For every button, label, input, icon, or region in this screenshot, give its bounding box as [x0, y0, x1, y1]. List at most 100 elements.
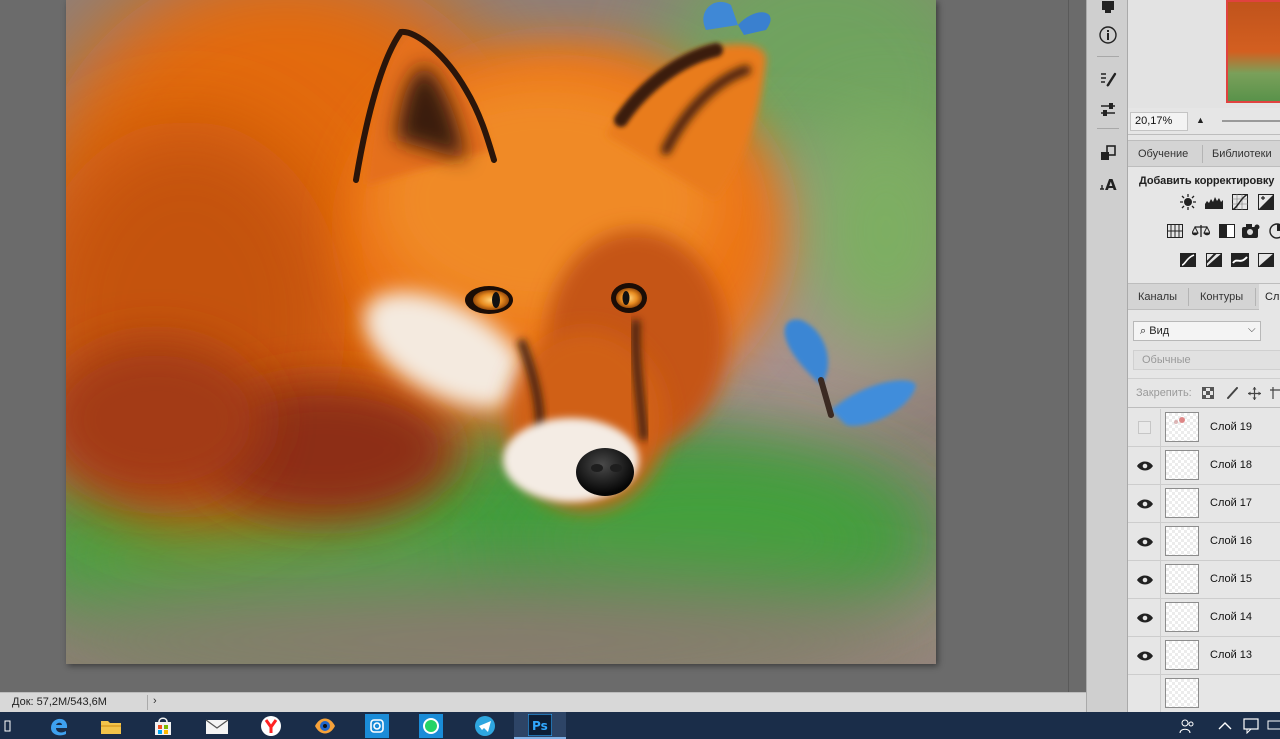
layer-row[interactable]: Слой 19: [1128, 409, 1280, 447]
layer-divider: [1160, 523, 1161, 561]
layer-thumbnail: [1165, 564, 1199, 594]
status-bar: Док: 57,2M/543,6M ›: [0, 692, 1086, 712]
learn-libraries-tabbar: Обучение Библиотеки: [1128, 140, 1280, 167]
exposure-icon[interactable]: [1256, 193, 1276, 211]
lock-position-move-icon[interactable]: [1247, 386, 1261, 400]
visibility-toggle-off[interactable]: [1138, 421, 1151, 434]
clone-source-icon[interactable]: [1093, 140, 1123, 166]
gradient-map-icon[interactable]: [1230, 251, 1250, 269]
brush-settings-icon[interactable]: [1093, 66, 1123, 92]
history-icon[interactable]: [1093, 0, 1123, 20]
network-icon[interactable]: [1262, 712, 1280, 739]
eye-icon[interactable]: [1134, 572, 1156, 588]
eye-icon[interactable]: [1134, 534, 1156, 550]
tab-divider: [1202, 145, 1203, 163]
navigator-thumbnail[interactable]: [1226, 0, 1280, 103]
invert-icon[interactable]: [1178, 251, 1198, 269]
photo-filter-icon[interactable]: [1241, 222, 1261, 240]
layer-divider: [1160, 485, 1161, 523]
zoom-slider[interactable]: [1222, 120, 1280, 122]
edge-icon[interactable]: [36, 712, 82, 739]
yandex-browser-icon[interactable]: [248, 712, 294, 739]
fox-painting: [66, 0, 936, 664]
task-view-icon[interactable]: [0, 712, 16, 739]
layer-name: Слой 18: [1210, 459, 1253, 471]
workspace-scrollbar[interactable]: [1068, 0, 1086, 692]
zoom-input[interactable]: 20,17%: [1130, 112, 1188, 131]
eye-app-icon[interactable]: [302, 712, 348, 739]
eye-icon[interactable]: [1134, 610, 1156, 626]
file-explorer-icon[interactable]: [88, 712, 134, 739]
layer-row[interactable]: Слой 18: [1128, 447, 1280, 485]
tab-paths[interactable]: Контуры: [1194, 284, 1249, 310]
channel-mixer-icon[interactable]: [1267, 222, 1280, 240]
color-balance-icon[interactable]: [1191, 222, 1211, 240]
lock-artboard-icon[interactable]: [1269, 386, 1280, 400]
layer-row[interactable]: Слой 14: [1128, 599, 1280, 637]
tab-layers[interactable]: Сл: [1259, 284, 1280, 310]
layer-row[interactable]: Слой 16: [1128, 523, 1280, 561]
layer-name: Слой 16: [1210, 535, 1253, 547]
channels-paths-layers-tabbar: Каналы Контуры Сл: [1128, 283, 1280, 310]
document-canvas[interactable]: [66, 0, 936, 664]
people-icon[interactable]: [1174, 712, 1200, 739]
info-icon[interactable]: [1093, 22, 1123, 48]
eye-icon[interactable]: [1134, 496, 1156, 512]
doc-size-info: Док: 57,2M/543,6M: [12, 696, 107, 708]
layer-name: Слой 17: [1210, 497, 1253, 509]
zoom-out-mountain-icon[interactable]: ▲: [1196, 115, 1205, 125]
layer-name: Слой 19: [1210, 421, 1253, 433]
lock-row: Закрепить:: [1128, 378, 1280, 408]
right-panels: 20,17% ▲ Обучение Библиотеки Добавить ко…: [1128, 0, 1280, 712]
tool-separator: [1097, 56, 1119, 57]
tab-learn[interactable]: Обучение: [1132, 141, 1194, 167]
brush-presets-icon[interactable]: [1093, 97, 1123, 123]
svg-text:A: A: [1105, 176, 1117, 194]
photoshop-window: Док: 57,2M/543,6M › A 20,17% ▲ Обучение …: [0, 0, 1280, 739]
tab-libraries[interactable]: Библиотеки: [1206, 141, 1278, 167]
layer-divider: [1160, 599, 1161, 637]
instagram-icon[interactable]: [354, 712, 400, 739]
tab-channels[interactable]: Каналы: [1132, 284, 1183, 310]
layer-row[interactable]: Слой 17: [1128, 485, 1280, 523]
lock-pixels-brush-icon[interactable]: [1225, 386, 1239, 400]
tray-chevron-icon[interactable]: [1212, 712, 1238, 739]
whatsapp-icon[interactable]: [408, 712, 454, 739]
mail-icon[interactable]: [194, 712, 240, 739]
chevron-down-icon[interactable]: ⌵: [1248, 324, 1256, 335]
vibrance-icon[interactable]: [1165, 222, 1185, 240]
black-white-icon[interactable]: [1217, 222, 1237, 240]
selective-color-icon[interactable]: [1256, 251, 1276, 269]
layer-divider: [1160, 675, 1161, 712]
photoshop-icon[interactable]: Ps: [514, 712, 566, 739]
layer-row[interactable]: Слой 13: [1128, 637, 1280, 675]
windows-taskbar: Ps: [0, 712, 1280, 739]
status-menu-arrow[interactable]: ›: [153, 695, 157, 707]
telegram-icon[interactable]: [462, 712, 508, 739]
lock-transparency-icon[interactable]: [1201, 386, 1215, 400]
posterize-icon[interactable]: [1204, 251, 1224, 269]
character-icon[interactable]: A: [1093, 171, 1123, 197]
panel-icon-strip: A: [1086, 0, 1128, 712]
eye-icon[interactable]: [1134, 648, 1156, 664]
layer-row[interactable]: Слой 15: [1128, 561, 1280, 599]
layer-name: Слой 15: [1210, 573, 1253, 585]
curves-icon[interactable]: [1230, 193, 1250, 211]
layer-filter-value: Вид: [1149, 325, 1170, 337]
layer-thumbnail: [1165, 488, 1199, 518]
navigator-panel: [1128, 0, 1280, 108]
layer-thumbnail: [1165, 526, 1199, 556]
layer-filter-dropdown[interactable]: ⌕ Вид: [1133, 321, 1261, 341]
layer-row[interactable]: [1128, 675, 1280, 712]
lock-label: Закрепить:: [1136, 387, 1192, 399]
levels-icon[interactable]: [1204, 193, 1224, 211]
store-icon[interactable]: [140, 712, 186, 739]
brightness-contrast-icon[interactable]: [1178, 193, 1198, 211]
document-workspace[interactable]: [0, 0, 1068, 692]
layer-divider: [1160, 447, 1161, 485]
blend-mode-dropdown[interactable]: Обычные: [1133, 350, 1280, 370]
layer-divider: [1160, 561, 1161, 599]
adjustments-title: Добавить корректировку: [1139, 175, 1275, 187]
eye-icon[interactable]: [1134, 458, 1156, 474]
layer-name: Слой 14: [1210, 611, 1253, 623]
